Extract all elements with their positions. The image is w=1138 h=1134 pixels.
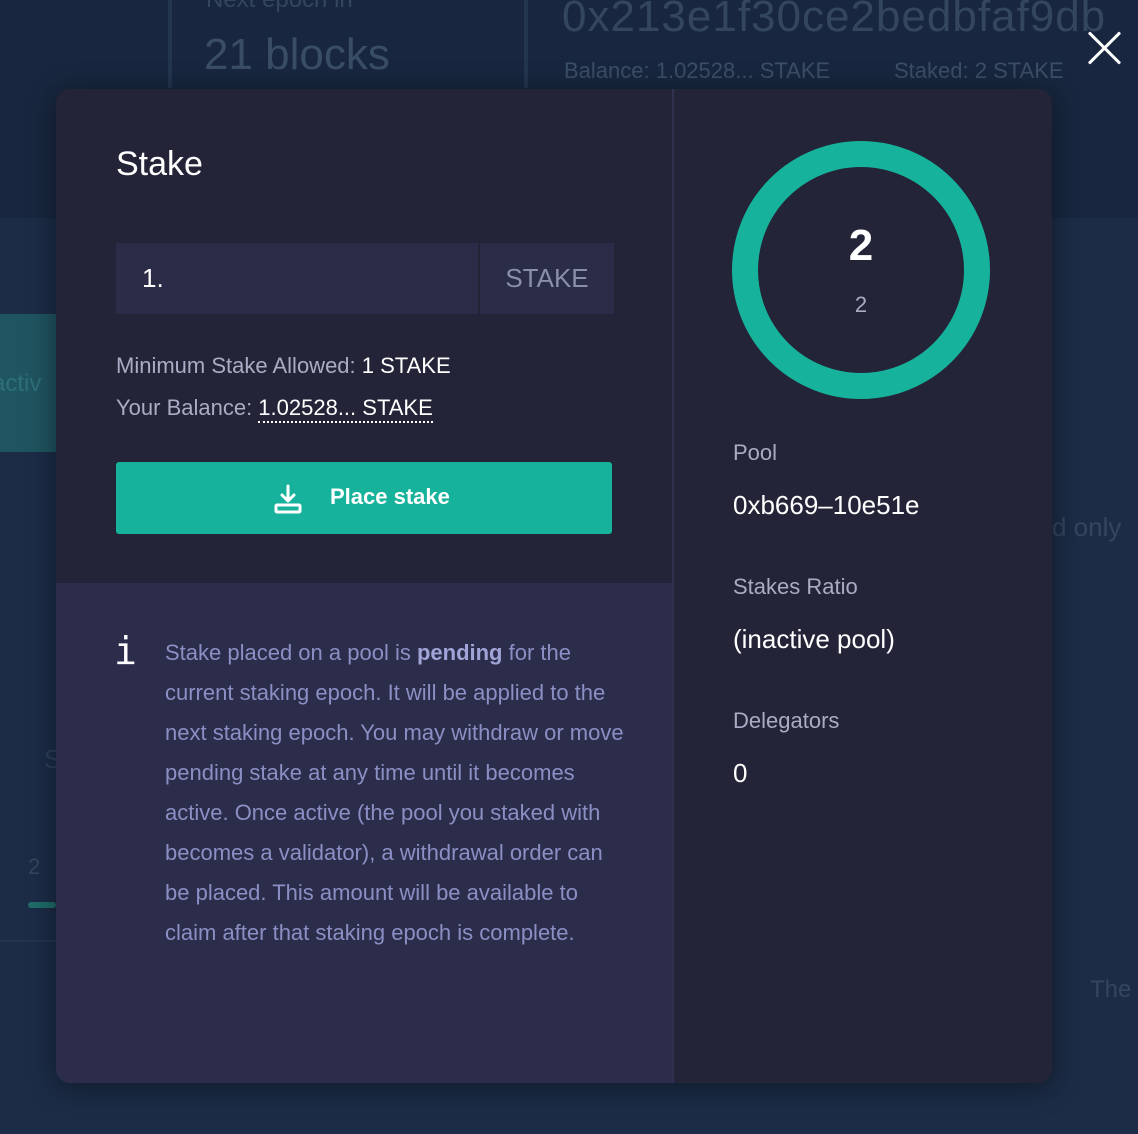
stake-form-panel: Stake STAKE Minimum Stake Allowed: 1 STA… xyxy=(56,89,672,583)
balance-label: Your Balance: xyxy=(116,395,259,420)
delegators-label: Delegators xyxy=(733,708,840,733)
download-icon xyxy=(274,484,302,514)
close-icon[interactable] xyxy=(1084,28,1124,68)
background-balance: Balance: 1.02528... STAKE xyxy=(564,58,831,83)
pool-address: 0xb669–10e51e xyxy=(733,490,920,520)
background-epoch-value: 21 blocks xyxy=(204,30,390,79)
stakes-ratio-value: (inactive pool) xyxy=(733,624,895,654)
stake-modal: Stake STAKE Minimum Stake Allowed: 1 STA… xyxy=(56,89,1052,1083)
info-text: Stake placed on a pool is pending for th… xyxy=(165,633,625,953)
info-panel: i Stake placed on a pool is pending for … xyxy=(56,583,672,1083)
background-divider xyxy=(0,940,56,942)
background-tab: activ xyxy=(0,314,56,452)
info-text-end: for the current staking epoch. It will b… xyxy=(165,640,624,945)
background-staked: Staked: 2 STAKE xyxy=(894,58,1064,83)
ring-sub-value: 2 xyxy=(854,292,868,317)
place-stake-label: Place stake xyxy=(330,484,450,509)
background-footer-text: The xyxy=(1090,976,1132,1003)
background-progress xyxy=(28,902,56,908)
background-tab-label: activ xyxy=(0,370,42,397)
place-stake-button[interactable]: Place stake xyxy=(116,462,612,534)
info-text-start: Stake placed on a pool is xyxy=(165,640,417,665)
delegators-value: 0 xyxy=(733,758,748,788)
ring-value: 2 xyxy=(848,221,874,270)
modal-title: Stake xyxy=(116,145,203,183)
stake-amount-input[interactable] xyxy=(116,243,478,314)
stakes-ratio-label: Stakes Ratio xyxy=(733,574,858,599)
minimum-stake-info: Minimum Stake Allowed: 1 STAKE xyxy=(116,353,451,379)
stake-unit-label: STAKE xyxy=(478,243,614,314)
background-epoch-label: Next epoch in xyxy=(206,0,353,14)
pool-label: Pool xyxy=(733,440,778,465)
stake-amount-group: STAKE xyxy=(116,243,614,314)
background-count: 2 xyxy=(28,854,41,879)
balance-value[interactable]: 1.02528... STAKE xyxy=(258,395,433,423)
minimum-stake-value: 1 STAKE xyxy=(361,353,451,378)
info-icon: i xyxy=(114,629,137,673)
balance-info: Your Balance: 1.02528... STAKE xyxy=(116,395,433,423)
pool-stats-panel: 2 2 Pool 0xb669–10e51e Stakes Ratio (ina… xyxy=(674,89,1052,1083)
background-readonly-text: d only xyxy=(1052,512,1122,542)
info-text-bold: pending xyxy=(416,640,503,665)
background-address: 0x213e1f30ce2bedbfaf9db xyxy=(562,0,1107,41)
minimum-stake-label: Minimum Stake Allowed: xyxy=(116,353,362,378)
